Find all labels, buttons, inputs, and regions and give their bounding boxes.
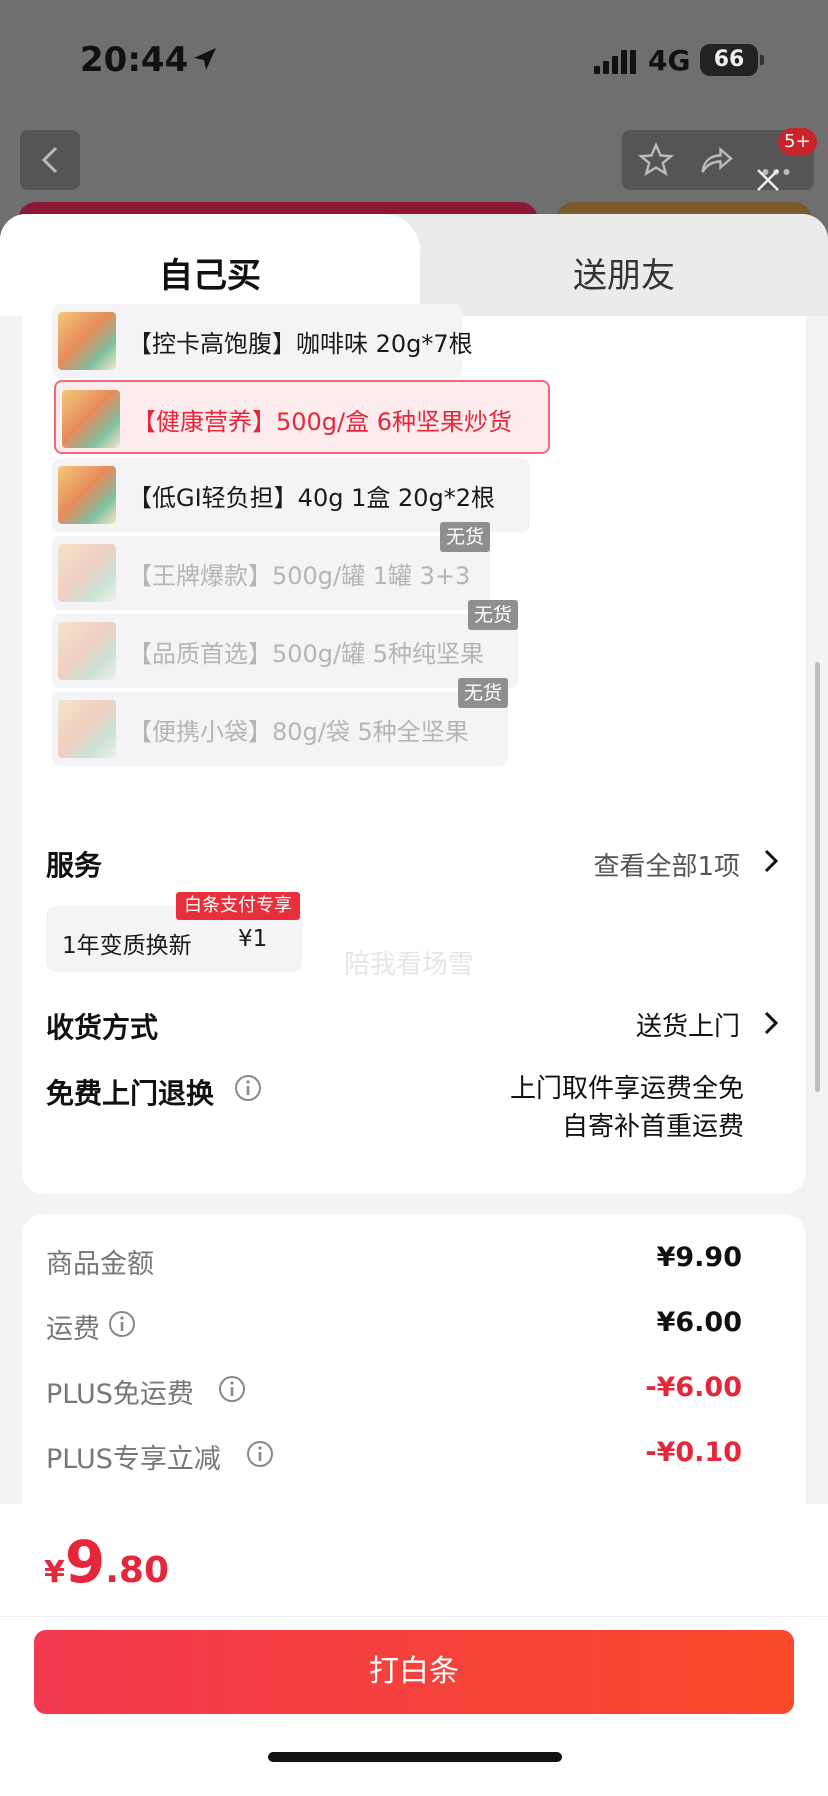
out-of-stock-badge: 无货	[439, 522, 490, 552]
service-option[interactable]: 1年变质换新 ¥1 白条支付专享	[46, 892, 302, 972]
price-breakdown: 商品金额 ¥9.90 运费 ¥6.00 PLUS免运费 -¥6.00 PLUS专…	[22, 1214, 806, 1504]
returns-line-2: 自寄补首重运费	[561, 1112, 744, 1142]
service-title: 服务	[46, 849, 103, 882]
divider	[0, 1616, 828, 1617]
variant-label: 【控卡高饱腹】咖啡味 20g*7根	[128, 330, 473, 358]
price-value-plus-free-shipping: -¥6.00	[645, 1372, 742, 1403]
price-value-goods: ¥9.90	[656, 1242, 742, 1273]
star-icon[interactable]	[638, 142, 674, 178]
returns-title: 免费上门退换	[46, 1077, 215, 1110]
notification-badge: 5+	[778, 128, 817, 156]
variant-option[interactable]: 【低GI轻负担】40g 1盒 20g*2根	[52, 458, 530, 532]
variant-label: 【低GI轻负担】40g 1盒 20g*2根	[128, 484, 496, 512]
variant-option-selected[interactable]: 【健康营养】500g/盒 6种坚果炒货	[54, 380, 550, 454]
total-price: ¥9.80	[44, 1528, 169, 1596]
returns-line-1: 上门取件享运费全免	[509, 1074, 744, 1104]
price-label-shipping: 运费	[46, 1314, 100, 1345]
background-page: 20:44 4G 66 5+	[0, 0, 828, 242]
close-icon[interactable]	[752, 164, 784, 196]
service-price: ¥1	[238, 926, 268, 952]
checkout-bar: ¥9.80 打白条	[0, 1504, 828, 1796]
variant-label: 【便携小袋】80g/袋 5种全坚果	[128, 718, 469, 746]
price-label-goods: 商品金额	[46, 1249, 154, 1280]
share-icon[interactable]	[698, 142, 734, 178]
price-value-plus-discount: -¥0.10	[645, 1437, 742, 1468]
total-integer: 9	[64, 1528, 106, 1596]
options-card: 【控卡高饱腹】咖啡味 20g*7根 【健康营养】500g/盒 6种坚果炒货 【低…	[22, 304, 806, 1194]
variant-thumbnail	[62, 390, 120, 448]
price-label-plus-discount: PLUS专享立减	[46, 1444, 221, 1475]
service-name: 1年变质换新	[62, 933, 192, 959]
scrollbar[interactable]	[815, 662, 820, 1092]
price-label-plus-free-shipping: PLUS免运费	[46, 1379, 194, 1410]
out-of-stock-badge: 无货	[467, 600, 518, 630]
tab-bar: 自己买 送朋友	[0, 214, 828, 316]
delivery-value: 送货上门	[635, 1012, 740, 1042]
variant-thumbnail	[58, 544, 116, 602]
variant-thumbnail	[58, 312, 116, 370]
delivery-title: 收货方式	[46, 1011, 159, 1044]
variant-option-out-of-stock[interactable]: 【王牌爆款】500g/罐 1罐 3+3 无货	[52, 522, 490, 610]
variant-option-out-of-stock[interactable]: 【品质首选】500g/罐 5种纯坚果 无货	[52, 600, 518, 688]
info-icon[interactable]	[108, 1310, 136, 1338]
variant-label: 【健康营养】500g/盒 6种坚果炒货	[132, 408, 513, 436]
info-icon[interactable]	[234, 1074, 262, 1102]
info-icon[interactable]	[246, 1440, 274, 1468]
info-icon[interactable]	[218, 1375, 246, 1403]
status-bar: 20:44 4G 66	[0, 0, 828, 110]
variant-label: 【王牌爆款】500g/罐 1罐 3+3	[128, 562, 471, 590]
tab-self-buy-label: 自己买	[159, 256, 261, 296]
tab-self-buy[interactable]: 自己买	[0, 214, 420, 316]
price-value-shipping: ¥6.00	[656, 1307, 742, 1338]
variant-option-out-of-stock[interactable]: 【便携小袋】80g/袋 5种全坚果 无货	[52, 678, 508, 766]
variant-label: 【品质首选】500g/罐 5种纯坚果	[128, 640, 485, 668]
pay-baitiao-button[interactable]: 打白条	[34, 1630, 794, 1714]
service-view-all-label: 查看全部1项	[593, 852, 740, 882]
home-indicator[interactable]	[268, 1752, 562, 1762]
total-currency: ¥	[44, 1555, 65, 1590]
variant-thumbnail	[58, 622, 116, 680]
service-tag: 白条支付专享	[176, 892, 300, 920]
status-time: 20:44	[80, 40, 189, 80]
chevron-left-icon	[41, 146, 58, 174]
chevron-right-icon	[764, 849, 779, 873]
chevron-right-icon	[764, 1011, 779, 1035]
network-type: 4G	[648, 44, 691, 77]
location-arrow-icon	[194, 48, 216, 70]
total-decimal: .80	[105, 1550, 170, 1591]
purchase-sheet: 自己买 送朋友 【控卡高饱腹】咖啡味 20g*7根 【健康营养】500g/盒 6…	[0, 214, 828, 1796]
variant-thumbnail	[58, 700, 116, 758]
signal-icon	[594, 50, 636, 74]
variant-option[interactable]: 【控卡高饱腹】咖啡味 20g*7根	[52, 304, 473, 378]
tab-gift-friend[interactable]: 送朋友	[420, 248, 828, 297]
back-button[interactable]	[20, 130, 80, 190]
battery-icon: 66	[700, 44, 764, 76]
watermark: 陪我看场雪	[344, 950, 475, 980]
out-of-stock-badge: 无货	[457, 678, 508, 708]
variant-thumbnail	[58, 466, 116, 524]
